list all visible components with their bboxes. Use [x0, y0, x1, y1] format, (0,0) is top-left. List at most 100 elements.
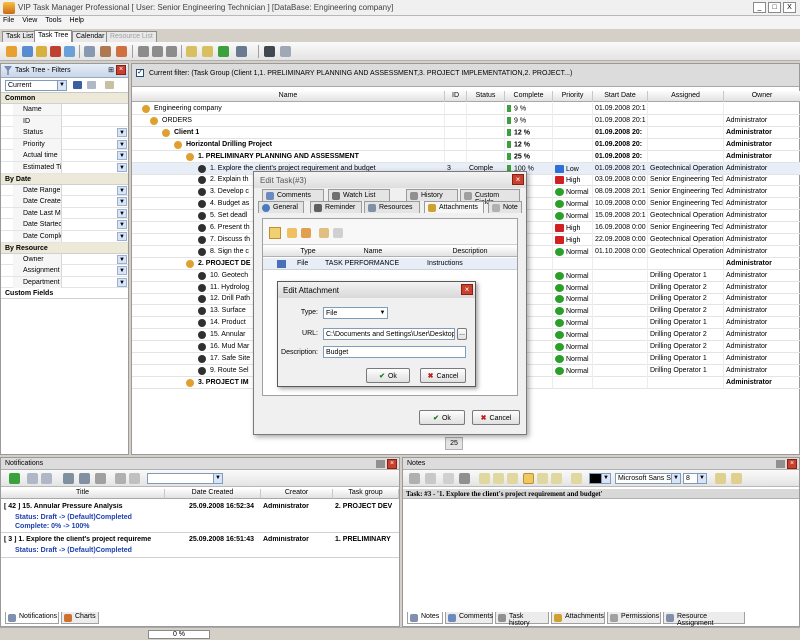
chevron-down-icon[interactable]: ▼: [117, 220, 127, 230]
align-left-icon[interactable]: [523, 473, 534, 484]
restore-button[interactable]: □: [768, 2, 781, 13]
tab-resource-list[interactable]: Resource List: [106, 31, 157, 42]
delete-notification-icon[interactable]: [115, 473, 126, 484]
notes-editor[interactable]: [403, 500, 799, 610]
tab-charts[interactable]: Charts: [61, 612, 99, 624]
notification-row[interactable]: [ 42 ] 15. Annular Pressure Analysis 25.…: [1, 501, 399, 533]
col-start[interactable]: Start Date: [593, 91, 648, 102]
task-row[interactable]: Engineering company 9 % 01.09.2008 20:1: [132, 103, 800, 115]
section-custom-fields[interactable]: Custom Fields: [1, 288, 128, 300]
italic-icon[interactable]: [493, 473, 504, 484]
outdent-icon[interactable]: [731, 473, 742, 484]
close-notes-icon[interactable]: ×: [787, 459, 797, 469]
close-edit-task-icon[interactable]: ×: [512, 174, 524, 185]
browse-button[interactable]: ...: [457, 328, 467, 340]
notification-filter-select[interactable]: ▼: [147, 473, 223, 484]
tab-note[interactable]: Note: [488, 201, 522, 213]
section-common[interactable]: Common: [1, 93, 128, 104]
col-priority[interactable]: Priority: [553, 91, 593, 102]
pin-icon[interactable]: [376, 460, 385, 468]
clear-note-icon[interactable]: [425, 473, 436, 484]
chevron-down-icon[interactable]: ▼: [117, 139, 127, 149]
tab-comments[interactable]: Comments: [262, 189, 324, 201]
edit-attachment-icon[interactable]: [301, 228, 311, 238]
type-select[interactable]: File ▼: [323, 307, 388, 319]
tab-history[interactable]: History: [406, 189, 458, 201]
options-dropdown-icon[interactable]: [236, 46, 247, 57]
chevron-down-icon[interactable]: ▼: [117, 162, 127, 172]
filter-field-status[interactable]: Status ▼: [1, 127, 128, 139]
save-note-icon[interactable]: [409, 473, 420, 484]
paste-icon[interactable]: [116, 46, 127, 57]
font-name-select[interactable]: Microsoft Sans S ▼: [615, 473, 681, 484]
delete-all-icon[interactable]: [129, 473, 140, 484]
print-icon[interactable]: [459, 473, 470, 484]
tab-permissions[interactable]: Permissions: [607, 612, 661, 624]
align-center-icon[interactable]: [537, 473, 548, 484]
font-size-select[interactable]: 8 ▼: [683, 473, 707, 484]
tab-task-list[interactable]: Task List: [2, 31, 38, 42]
align-right-icon[interactable]: [551, 473, 562, 484]
chevron-down-icon[interactable]: ▼: [117, 151, 127, 161]
bold-icon[interactable]: [479, 473, 490, 484]
col-owner[interactable]: Owner: [724, 91, 800, 102]
columns-icon[interactable]: [264, 46, 275, 57]
move-up-icon[interactable]: [152, 46, 163, 57]
minimize-button[interactable]: _: [753, 2, 766, 13]
tab-task-tree[interactable]: Task Tree: [34, 30, 73, 42]
chevron-down-icon[interactable]: ▼: [117, 128, 127, 138]
chevron-down-icon[interactable]: ▼: [117, 277, 127, 287]
col-status[interactable]: Status: [467, 91, 505, 102]
tree-collapse-icon[interactable]: [202, 46, 213, 57]
filter-field-date-last-m[interactable]: Date Last M ▼: [1, 207, 128, 220]
open-attachment-icon[interactable]: [319, 228, 329, 238]
filter-icon[interactable]: [84, 46, 95, 57]
tab-notifications[interactable]: Notifications: [5, 612, 59, 624]
edit-attachment-ok-button[interactable]: ✔ Ok: [366, 368, 410, 383]
chevron-down-icon[interactable]: ▼: [117, 208, 127, 218]
chevron-down-icon[interactable]: ▼: [117, 231, 127, 241]
menu-view[interactable]: View: [19, 16, 40, 24]
delete-attachment-icon[interactable]: [333, 228, 343, 238]
new-task-icon[interactable]: [6, 46, 17, 57]
close-notifications-icon[interactable]: ×: [387, 459, 397, 469]
pin-icon[interactable]: ⊞: [108, 66, 114, 74]
filter-field-date-range[interactable]: Date Range ▼: [1, 184, 128, 197]
tab-note-comments[interactable]: Comments: [445, 612, 493, 624]
filter-field-date-create[interactable]: Date Create ▼: [1, 196, 128, 208]
filter-field-assignment[interactable]: Assignment ▼: [1, 265, 128, 277]
task-row[interactable]: Horizontal Drilling Project 12 % 01.09.200…: [132, 138, 800, 151]
open-task-icon[interactable]: [95, 473, 106, 484]
filter-field-actual-time[interactable]: Actual time ▼: [1, 150, 128, 162]
tab-reminder[interactable]: Reminder: [310, 201, 362, 213]
tab-task-history[interactable]: Task history: [495, 612, 549, 627]
underline-icon[interactable]: [507, 473, 518, 484]
menu-tools[interactable]: Tools: [42, 16, 64, 24]
filter-enabled-checkbox[interactable]: ✓: [136, 69, 144, 77]
cut-icon[interactable]: [443, 473, 454, 484]
search-icon[interactable]: [269, 227, 281, 239]
attachment-row[interactable]: File TASK PERFORMANCE Instructions: [263, 258, 517, 270]
tab-attachments[interactable]: Attachments: [424, 201, 484, 213]
chevron-down-icon[interactable]: ▼: [117, 254, 127, 264]
chevron-down-icon[interactable]: ▼: [117, 266, 127, 276]
refresh-icon[interactable]: [9, 473, 20, 484]
url-input[interactable]: C:\Documents and Settings\User\Desktop: [323, 328, 455, 340]
chevron-down-icon[interactable]: ▼: [117, 197, 127, 207]
filter-field-department[interactable]: Department ▼: [1, 276, 128, 289]
edit-attachment-cancel-button[interactable]: ✖ Cancel: [420, 368, 466, 383]
tab-watch-list[interactable]: Watch List: [328, 189, 390, 201]
edit-icon[interactable]: [36, 46, 47, 57]
clear-filter-icon[interactable]: [105, 81, 114, 89]
properties-icon[interactable]: [64, 46, 75, 57]
close-window-button[interactable]: X: [783, 2, 796, 13]
filter-notifications-icon[interactable]: [63, 473, 74, 484]
description-input[interactable]: Budget: [323, 346, 466, 358]
indent-icon[interactable]: [715, 473, 726, 484]
move-bottom-icon[interactable]: [166, 46, 177, 57]
task-row[interactable]: Client 1 12 % 01.09.2008 20: Administrator: [132, 126, 800, 139]
filter-field-estimated-ti[interactable]: Estimated Ti ▼: [1, 161, 128, 174]
notification-row[interactable]: [ 3 ] 1. Explore the client's project re…: [1, 534, 399, 558]
filter-field-date-startec[interactable]: Date Startec ▼: [1, 219, 128, 231]
tab-general[interactable]: General: [258, 201, 304, 213]
